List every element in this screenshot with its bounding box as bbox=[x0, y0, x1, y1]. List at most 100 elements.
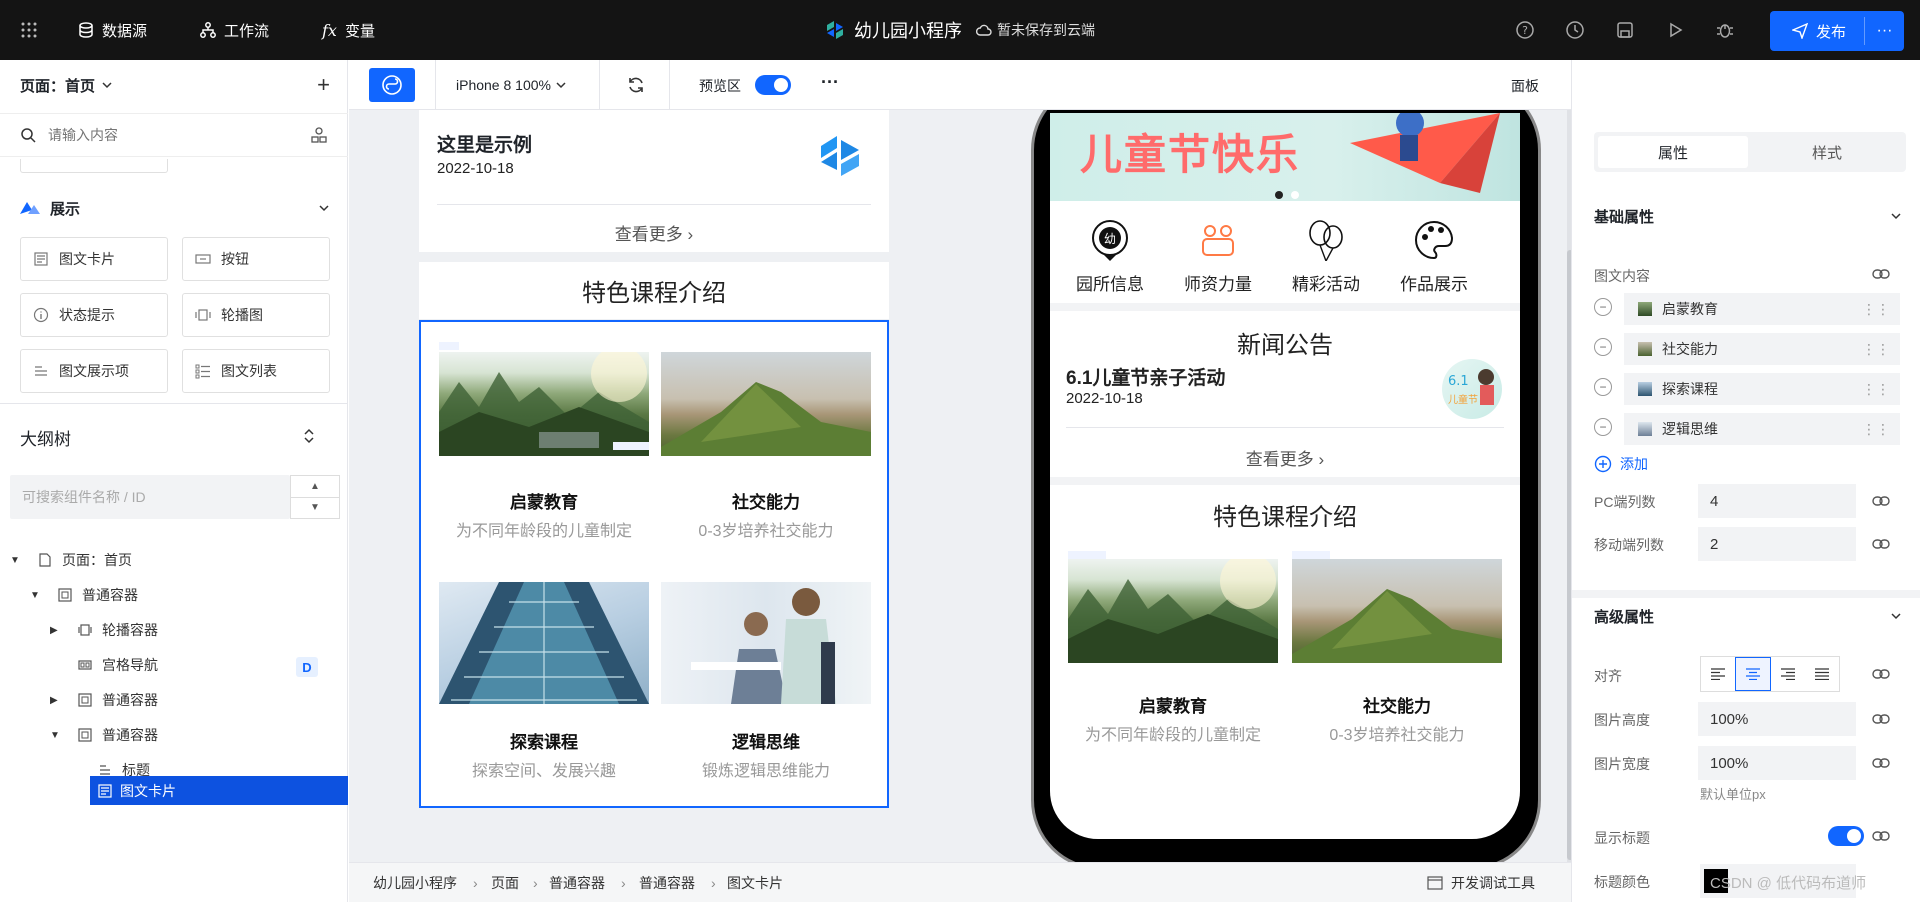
caret-right-icon[interactable]: ▶ bbox=[50, 625, 58, 636]
tree-row-carousel[interactable]: ▶ 轮播容器 bbox=[0, 615, 348, 645]
save-icon[interactable] bbox=[1615, 20, 1635, 40]
align-right-icon[interactable] bbox=[1771, 657, 1805, 691]
carousel-dot[interactable] bbox=[1291, 191, 1299, 199]
mini-program-icon[interactable] bbox=[369, 68, 415, 102]
tree-row-page[interactable]: ▼ 页面：首页 bbox=[0, 545, 348, 575]
content-item[interactable]: 探索课程 ⋮⋮ bbox=[1624, 373, 1900, 405]
pc-cols-input[interactable]: 4 bbox=[1698, 484, 1856, 518]
banner[interactable]: 儿童节快乐 bbox=[1050, 113, 1520, 201]
caret-right-icon[interactable]: ▶ bbox=[50, 695, 58, 706]
run-icon[interactable] bbox=[1665, 20, 1685, 40]
component-library-icon[interactable] bbox=[310, 126, 328, 144]
content-item[interactable]: 社交能力 ⋮⋮ bbox=[1624, 333, 1900, 365]
devtools-button[interactable]: 开发调试工具 bbox=[1427, 873, 1535, 893]
nav-item[interactable]: 师资力量 bbox=[1164, 219, 1272, 295]
caret-down-icon[interactable]: ▼ bbox=[30, 590, 40, 601]
apps-grid-icon[interactable] bbox=[20, 0, 38, 60]
preview-toggle[interactable] bbox=[755, 75, 791, 95]
drag-handle-icon[interactable]: ⋮⋮ bbox=[1862, 381, 1890, 398]
image-card-grid-selected[interactable]: 启蒙教育 为不同年龄段的儿童制定 社交能力 0-3岁培养社交能力 探索课程 探索空间、… bbox=[419, 320, 889, 808]
breadcrumb-item[interactable]: 页面 bbox=[491, 873, 519, 893]
caret-down-icon[interactable]: ▼ bbox=[10, 555, 20, 566]
carousel-dot-active[interactable] bbox=[1275, 191, 1283, 199]
help-icon[interactable]: ? bbox=[1515, 20, 1535, 40]
publish-main[interactable]: 发布 bbox=[1770, 21, 1864, 42]
link-icon[interactable] bbox=[1872, 496, 1890, 506]
nav-item[interactable]: 精彩活动 bbox=[1272, 219, 1380, 295]
align-left-icon[interactable] bbox=[1701, 657, 1735, 691]
nav-item[interactable]: 作品展示 bbox=[1380, 219, 1488, 295]
tree-row-grid-nav[interactable]: 宫格导航 D bbox=[0, 650, 348, 680]
publish-more-icon[interactable]: ··· bbox=[1865, 22, 1904, 40]
variables-button[interactable]: fx 变量 bbox=[322, 0, 375, 60]
basic-props-header[interactable]: 基础属性 bbox=[1594, 206, 1654, 227]
img-height-input[interactable]: 100% bbox=[1698, 702, 1856, 736]
component-image-item[interactable]: 图文展示项 bbox=[20, 349, 168, 393]
drag-handle-icon[interactable]: ⋮⋮ bbox=[1862, 301, 1890, 318]
news-title[interactable]: 6.1儿童节亲子活动 bbox=[1066, 363, 1225, 390]
tree-row-container[interactable]: ▶ 普通容器 bbox=[0, 685, 348, 715]
datasource-button[interactable]: 数据源 bbox=[78, 0, 147, 60]
chevron-down-icon[interactable] bbox=[1890, 610, 1902, 622]
device-selector[interactable]: iPhone 8 100% bbox=[435, 60, 600, 110]
chevron-right-icon: › bbox=[711, 874, 716, 891]
chevron-up-icon[interactable]: ▲ bbox=[291, 476, 339, 498]
remove-item-icon[interactable]: − bbox=[1594, 418, 1612, 436]
tab-style[interactable]: 样式 bbox=[1752, 136, 1902, 168]
outline-search-input[interactable]: 可搜索组件名称 / ID bbox=[10, 475, 290, 519]
align-center-icon[interactable] bbox=[1735, 657, 1771, 691]
align-justify-icon[interactable] bbox=[1805, 657, 1839, 691]
component-status-tip[interactable]: 状态提示 bbox=[20, 293, 168, 337]
section-display[interactable]: 展示 bbox=[20, 193, 330, 223]
breadcrumb-item[interactable]: 普通容器 bbox=[549, 873, 605, 893]
component-search-input[interactable] bbox=[48, 127, 288, 143]
component-image-card[interactable]: 图文卡片 bbox=[20, 237, 168, 281]
link-icon[interactable] bbox=[1872, 714, 1890, 724]
component-image-list[interactable]: 图文列表 bbox=[182, 349, 330, 393]
drag-handle-icon[interactable]: ⋮⋮ bbox=[1862, 421, 1890, 438]
advanced-props-header[interactable]: 高级属性 bbox=[1594, 606, 1654, 627]
content-item[interactable]: 逻辑思维 ⋮⋮ bbox=[1624, 413, 1900, 445]
remove-item-icon[interactable]: − bbox=[1594, 298, 1612, 316]
breadcrumb-item[interactable]: 幼儿园小程序 bbox=[373, 873, 457, 893]
drag-handle-icon[interactable]: ⋮⋮ bbox=[1862, 341, 1890, 358]
tree-row-container[interactable]: ▼ 普通容器 bbox=[0, 720, 348, 750]
more-icon[interactable]: ··· bbox=[821, 72, 839, 93]
breadcrumb-item[interactable]: 普通容器 bbox=[639, 873, 695, 893]
see-more-link[interactable]: 查看更多 › bbox=[419, 220, 889, 245]
chevron-down-icon[interactable]: ▼ bbox=[291, 498, 339, 519]
news-card[interactable]: 这里是示例 2022-10-18 查看更多 › bbox=[419, 110, 889, 252]
publish-button[interactable]: 发布 ··· bbox=[1770, 11, 1904, 51]
outline-stepper[interactable]: ▲ ▼ bbox=[290, 475, 340, 519]
img-width-input[interactable]: 100% bbox=[1698, 746, 1856, 780]
page-selector[interactable]: 页面：首页 + bbox=[20, 60, 330, 110]
collapse-icon[interactable] bbox=[302, 427, 316, 445]
nav-item[interactable]: 幼 园所信息 bbox=[1056, 219, 1164, 295]
link-icon[interactable] bbox=[1872, 269, 1890, 279]
tree-row-image-card-selected[interactable]: 图文卡片 bbox=[90, 776, 348, 805]
link-icon[interactable] bbox=[1872, 539, 1890, 549]
component-carousel[interactable]: 轮播图 bbox=[182, 293, 330, 337]
panel-button[interactable]: 面板 bbox=[1511, 76, 1539, 96]
chevron-down-icon[interactable] bbox=[1890, 210, 1902, 222]
see-more-link[interactable]: 查看更多 › bbox=[1050, 445, 1520, 470]
breadcrumb-item[interactable]: 图文卡片 bbox=[727, 873, 783, 893]
link-icon[interactable] bbox=[1872, 669, 1890, 679]
link-icon[interactable] bbox=[1872, 831, 1890, 841]
show-title-toggle[interactable] bbox=[1828, 826, 1864, 846]
history-icon[interactable] bbox=[1565, 20, 1585, 40]
tab-properties[interactable]: 属性 bbox=[1598, 136, 1748, 168]
remove-item-icon[interactable]: − bbox=[1594, 378, 1612, 396]
component-button[interactable]: 按钮 bbox=[182, 237, 330, 281]
workflow-button[interactable]: 工作流 bbox=[200, 0, 269, 60]
tree-row-container[interactable]: ▼ 普通容器 bbox=[0, 580, 348, 610]
mobile-cols-input[interactable]: 2 bbox=[1698, 527, 1856, 561]
content-item[interactable]: 启蒙教育 ⋮⋮ bbox=[1624, 293, 1900, 325]
add-item-button[interactable]: 添加 bbox=[1594, 454, 1648, 474]
link-icon[interactable] bbox=[1872, 758, 1890, 768]
caret-down-icon[interactable]: ▼ bbox=[50, 730, 60, 741]
refresh-icon[interactable] bbox=[626, 75, 646, 95]
add-page-icon[interactable]: + bbox=[317, 72, 330, 98]
debug-icon[interactable] bbox=[1715, 20, 1735, 40]
remove-item-icon[interactable]: − bbox=[1594, 338, 1612, 356]
